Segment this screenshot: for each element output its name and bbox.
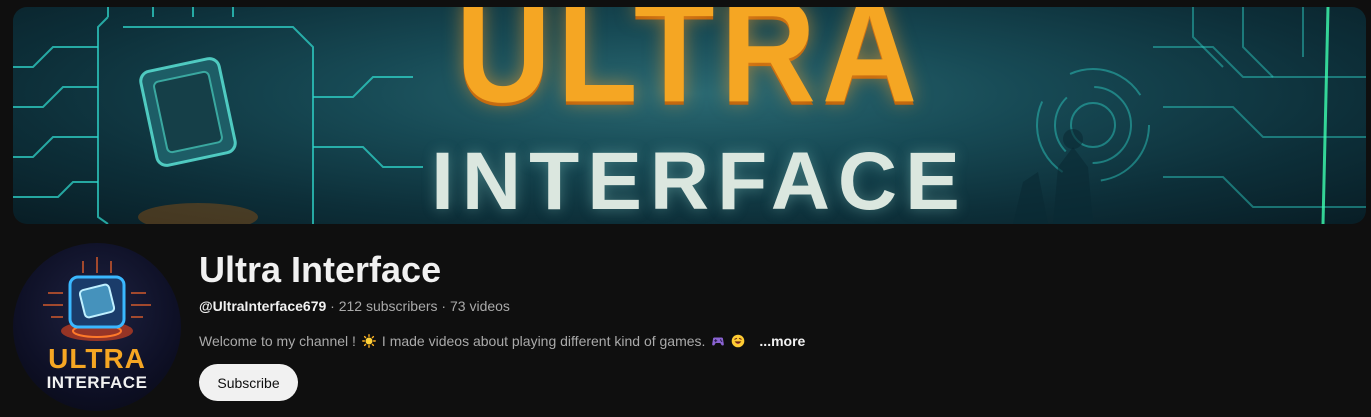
channel-name: Ultra Interface bbox=[199, 249, 442, 290]
more-link[interactable]: ...more bbox=[759, 333, 805, 349]
banner-title-line1: ULTRA bbox=[455, 7, 924, 133]
channel-meta: @UltraInterface679 · 212 subscribers · 7… bbox=[199, 298, 510, 314]
avatar-text-line1: ULTRA bbox=[48, 343, 146, 374]
sun-icon bbox=[362, 334, 376, 348]
description-text-part2: I made videos about playing different ki… bbox=[381, 333, 706, 349]
channel-handle[interactable]: @UltraInterface679 bbox=[199, 298, 326, 314]
avatar-text-line2: INTERFACE bbox=[46, 373, 148, 392]
channel-avatar[interactable]: ULTRA INTERFACE bbox=[13, 243, 181, 411]
video-count: 73 videos bbox=[450, 298, 510, 314]
meta-separator: · bbox=[326, 298, 339, 314]
subscriber-count: 212 subscribers bbox=[338, 298, 438, 314]
channel-description[interactable]: Welcome to my channel ! I made videos ab… bbox=[199, 333, 805, 349]
subscribe-button[interactable]: Subscribe bbox=[199, 364, 298, 401]
banner-title-line2: INTERFACE bbox=[431, 136, 968, 224]
game-controller-icon bbox=[712, 337, 725, 346]
channel-banner: ULTRA INTERFACE bbox=[13, 7, 1366, 224]
meta-separator: · bbox=[437, 298, 450, 314]
description-text-part1: Welcome to my channel ! bbox=[199, 333, 356, 349]
grinning-face-icon bbox=[732, 334, 745, 348]
